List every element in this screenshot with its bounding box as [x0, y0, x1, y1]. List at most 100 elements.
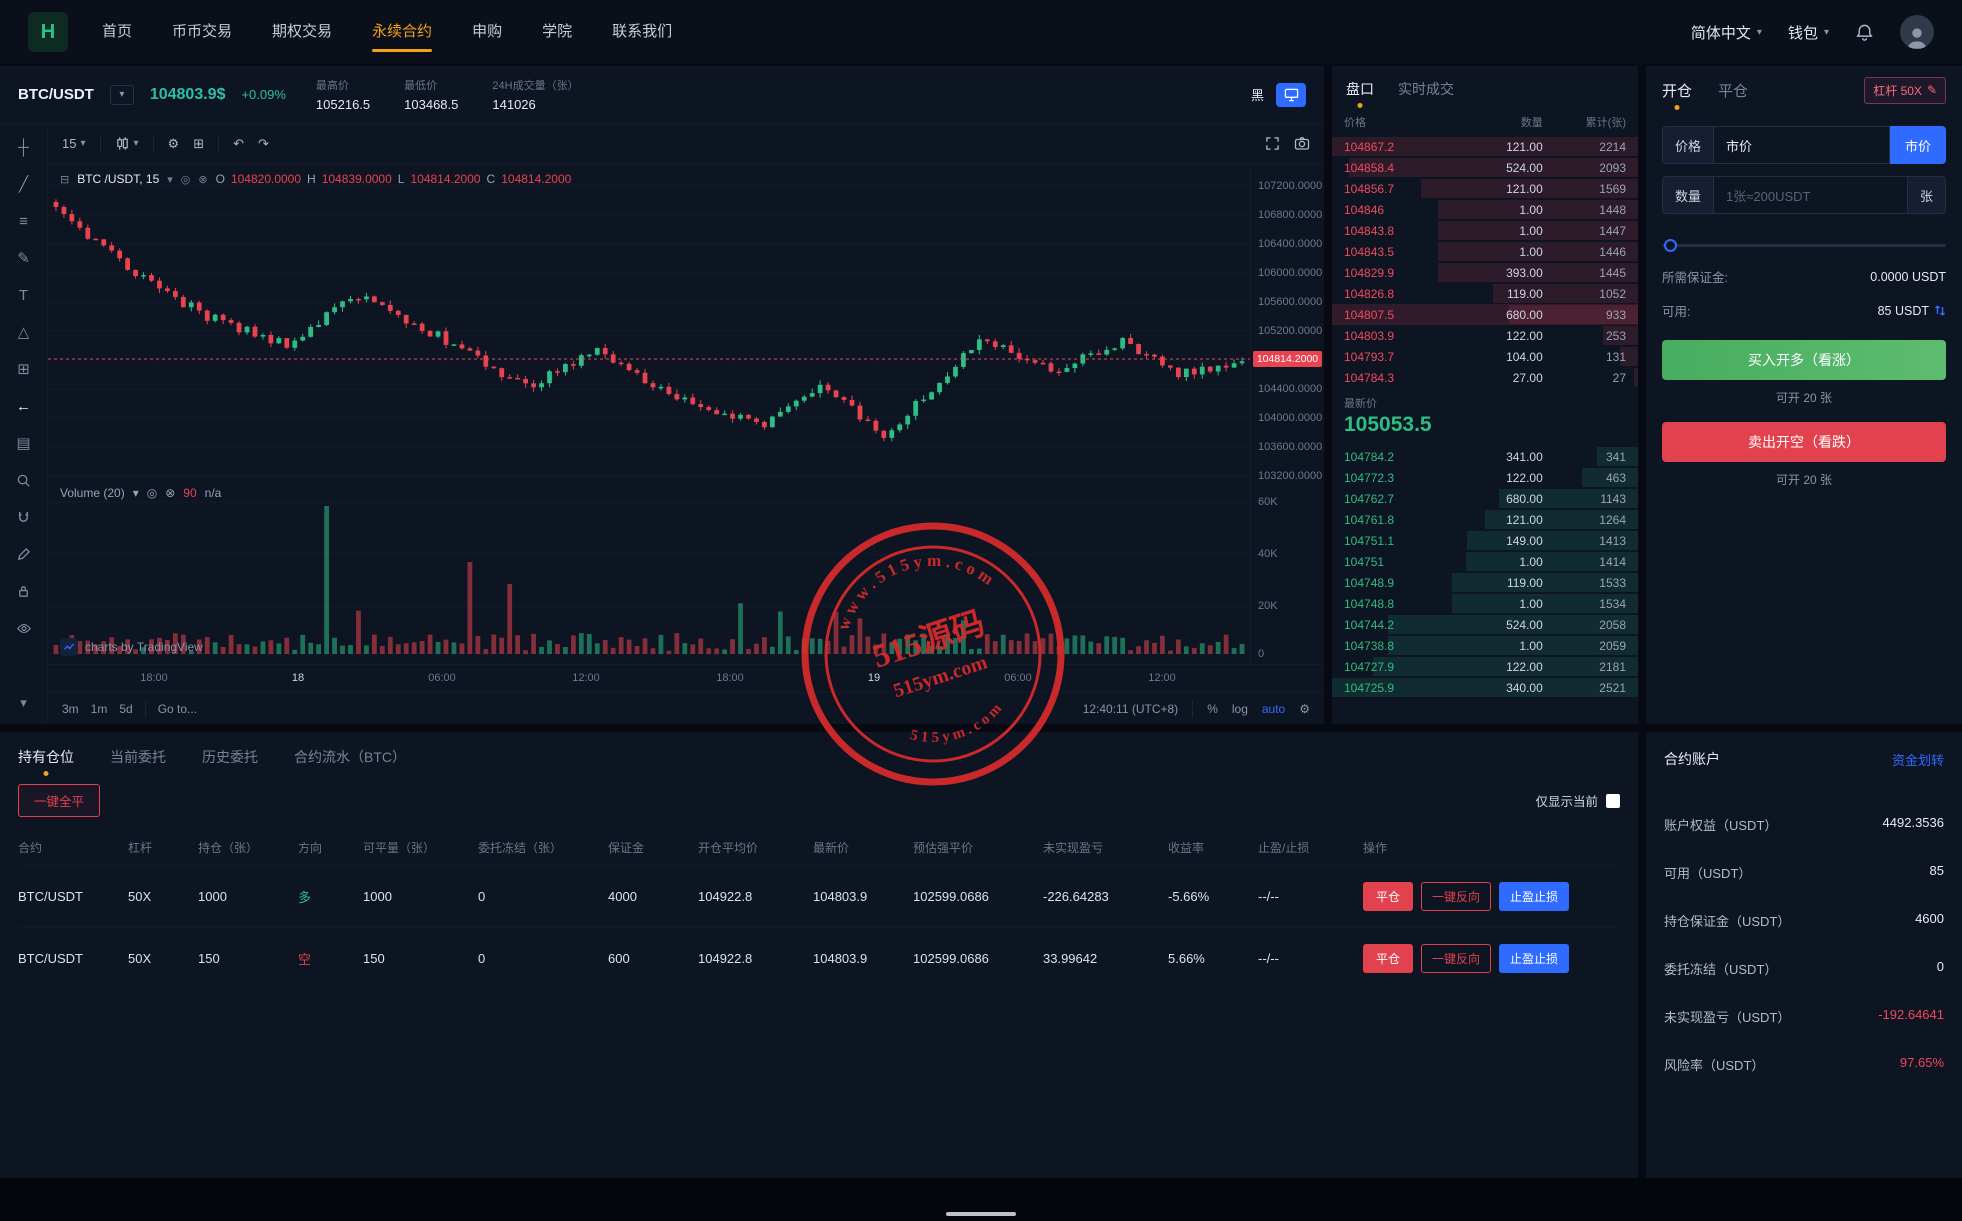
tab-close-position[interactable]: 平仓 — [1718, 80, 1748, 101]
settings-gear-icon[interactable]: ⚙ — [1299, 702, 1310, 716]
close-position-button[interactable]: 平仓 — [1363, 882, 1413, 911]
position-tool-icon[interactable]: ⊞ — [10, 356, 38, 382]
quantity-input[interactable]: 1张≈200USDT — [1713, 176, 1908, 214]
only-current-checkbox[interactable] — [1606, 794, 1620, 808]
orderbook-row[interactable]: 104762.7680.001143 — [1332, 488, 1638, 509]
tab-order-history[interactable]: 历史委托 — [202, 747, 258, 767]
volume-label[interactable]: Volume (20) — [60, 486, 125, 500]
time-axis[interactable]: 18:001806:0012:0018:001906:0012:00 — [48, 664, 1324, 692]
fib-retracement-icon[interactable]: ≡ — [10, 208, 38, 234]
orderbook-row[interactable]: 104744.2524.002058 — [1332, 614, 1638, 635]
price-input[interactable]: 市价 — [1713, 126, 1890, 164]
orderbook-row[interactable]: 104826.8119.001052 — [1332, 283, 1638, 304]
nav-item[interactable]: 学院 — [542, 0, 572, 64]
fund-transfer-link[interactable]: 资金划转 — [1892, 750, 1944, 769]
orderbook-row[interactable]: 104784.2341.00341 — [1332, 446, 1638, 467]
language-selector[interactable]: 简体中文 ▾ — [1691, 22, 1762, 43]
nav-item[interactable]: 首页 — [102, 0, 132, 64]
tab-trades[interactable]: 实时成交 — [1398, 79, 1454, 99]
tab-holding-positions[interactable]: 持有仓位 — [18, 747, 74, 767]
nav-item[interactable]: 申购 — [472, 0, 502, 64]
orderbook-row[interactable]: 104829.9393.001445 — [1332, 262, 1638, 283]
tab-orderbook[interactable]: 盘口 — [1346, 79, 1374, 99]
edit-icon[interactable] — [10, 541, 38, 567]
fullscreen-icon[interactable] — [1265, 136, 1280, 151]
orderbook-row[interactable]: 104772.3122.00463 — [1332, 467, 1638, 488]
eye-icon[interactable]: ◎ — [181, 173, 191, 186]
nav-item[interactable]: 期权交易 — [272, 0, 332, 64]
pattern-tool-icon[interactable]: △ — [10, 319, 38, 345]
indicator-settings-icon[interactable]: ⚙ — [168, 136, 180, 152]
chevron-down-icon[interactable]: ▾ — [167, 173, 173, 186]
trend-line-icon[interactable]: ╱ — [10, 171, 38, 197]
interval-selector[interactable]: 15▾ — [62, 136, 86, 151]
chart-style-selector[interactable]: ▾ — [115, 136, 139, 151]
nav-item[interactable]: 永续合约 — [372, 0, 432, 64]
wallet-menu[interactable]: 钱包 ▾ — [1788, 22, 1829, 43]
layout-grid-icon[interactable]: ⊞ — [193, 136, 204, 152]
orderbook-row[interactable]: 104761.8121.001264 — [1332, 509, 1638, 530]
orderbook-row[interactable]: 104803.9122.00253 — [1332, 325, 1638, 346]
orderbook-row[interactable]: 104725.9340.002521 — [1332, 677, 1638, 698]
orderbook-row[interactable]: 104858.4524.002093 — [1332, 157, 1638, 178]
buy-long-button[interactable]: 买入开多（看涨） — [1662, 340, 1946, 380]
snapshot-camera-icon[interactable] — [1294, 136, 1310, 151]
reverse-position-button[interactable]: 一键反向 — [1421, 944, 1491, 973]
orderbook-row[interactable]: 104867.2121.002214 — [1332, 136, 1638, 157]
magnet-icon[interactable] — [10, 504, 38, 530]
text-tool-icon[interactable]: T — [10, 282, 38, 308]
theme-toggle[interactable]: 黑 — [1251, 85, 1264, 104]
log-scale-button[interactable]: log — [1232, 702, 1248, 716]
tp-sl-button[interactable]: 止盈止损 — [1499, 882, 1569, 911]
goto-button[interactable]: Go to... — [158, 702, 197, 716]
transfer-icon[interactable] — [1934, 304, 1946, 317]
eye-icon[interactable]: ◎ — [147, 486, 157, 500]
range-button[interactable]: 5d — [119, 702, 132, 716]
brand-logo[interactable]: H — [28, 12, 68, 52]
slider-thumb[interactable] — [1664, 239, 1677, 252]
orderbook-row[interactable]: 104784.327.0027 — [1332, 367, 1638, 388]
quantity-slider[interactable] — [1662, 238, 1946, 252]
close-all-button[interactable]: 一键全平 — [18, 784, 100, 817]
measure-icon[interactable]: ▤ — [10, 430, 38, 456]
tp-sl-button[interactable]: 止盈止损 — [1499, 944, 1569, 973]
lock-icon[interactable] — [10, 578, 38, 604]
tradingview-credit[interactable]: charts by TradingView — [60, 638, 203, 656]
price-chart-canvas[interactable]: ⊟ BTC /USDT, 15 ▾ ◎ ⊗ O104820.0000H10483… — [48, 164, 1324, 664]
user-avatar[interactable] — [1900, 15, 1934, 49]
orderbook-last-price[interactable]: 105053.5 — [1344, 413, 1626, 437]
range-button[interactable]: 3m — [62, 702, 79, 716]
nav-item[interactable]: 联系我们 — [612, 0, 672, 64]
orderbook-row[interactable]: 1047511.001414 — [1332, 551, 1638, 572]
close-position-button[interactable]: 平仓 — [1363, 944, 1413, 973]
close-icon[interactable]: ⊗ — [165, 486, 175, 500]
orderbook-row[interactable]: 104727.9122.002181 — [1332, 656, 1638, 677]
redo-icon[interactable]: ↷ — [258, 136, 269, 152]
orderbook-row[interactable]: 104748.9119.001533 — [1332, 572, 1638, 593]
orderbook-row[interactable]: 104793.7104.00131 — [1332, 346, 1638, 367]
zoom-icon[interactable] — [10, 467, 38, 493]
tab-contract-flow[interactable]: 合约流水（BTC） — [294, 747, 406, 767]
notifications-bell-icon[interactable] — [1855, 23, 1874, 42]
percent-scale-button[interactable]: % — [1207, 702, 1218, 716]
brush-icon[interactable]: ✎ — [10, 245, 38, 271]
back-arrow-icon[interactable]: ← — [10, 393, 38, 419]
legend-pair[interactable]: BTC /USDT, 15 — [77, 172, 159, 186]
price-axis[interactable]: 104814.2000 107200.0000106800.0000106400… — [1250, 164, 1324, 664]
nav-item[interactable]: 币币交易 — [172, 0, 232, 64]
auto-scale-button[interactable]: auto — [1262, 702, 1285, 716]
crosshair-icon[interactable]: ┼ — [10, 134, 38, 160]
tab-open-position[interactable]: 开仓 — [1662, 80, 1692, 101]
orderbook-row[interactable]: 104807.5680.00933 — [1332, 304, 1638, 325]
market-price-button[interactable]: 市价 — [1890, 126, 1946, 164]
undo-icon[interactable]: ↶ — [233, 136, 244, 152]
pair-dropdown[interactable]: ▾ — [110, 85, 134, 105]
chevron-down-icon[interactable]: ▾ — [133, 486, 139, 500]
orderbook-row[interactable]: 104856.7121.001569 — [1332, 178, 1638, 199]
sell-short-button[interactable]: 卖出开空（看跌） — [1662, 422, 1946, 462]
orderbook-row[interactable]: 104843.81.001447 — [1332, 220, 1638, 241]
orderbook-row[interactable]: 1048461.001448 — [1332, 199, 1638, 220]
range-button[interactable]: 1m — [91, 702, 108, 716]
orderbook-row[interactable]: 104748.81.001534 — [1332, 593, 1638, 614]
toolbar-collapse-chevron-icon[interactable]: ▾ — [10, 690, 38, 716]
